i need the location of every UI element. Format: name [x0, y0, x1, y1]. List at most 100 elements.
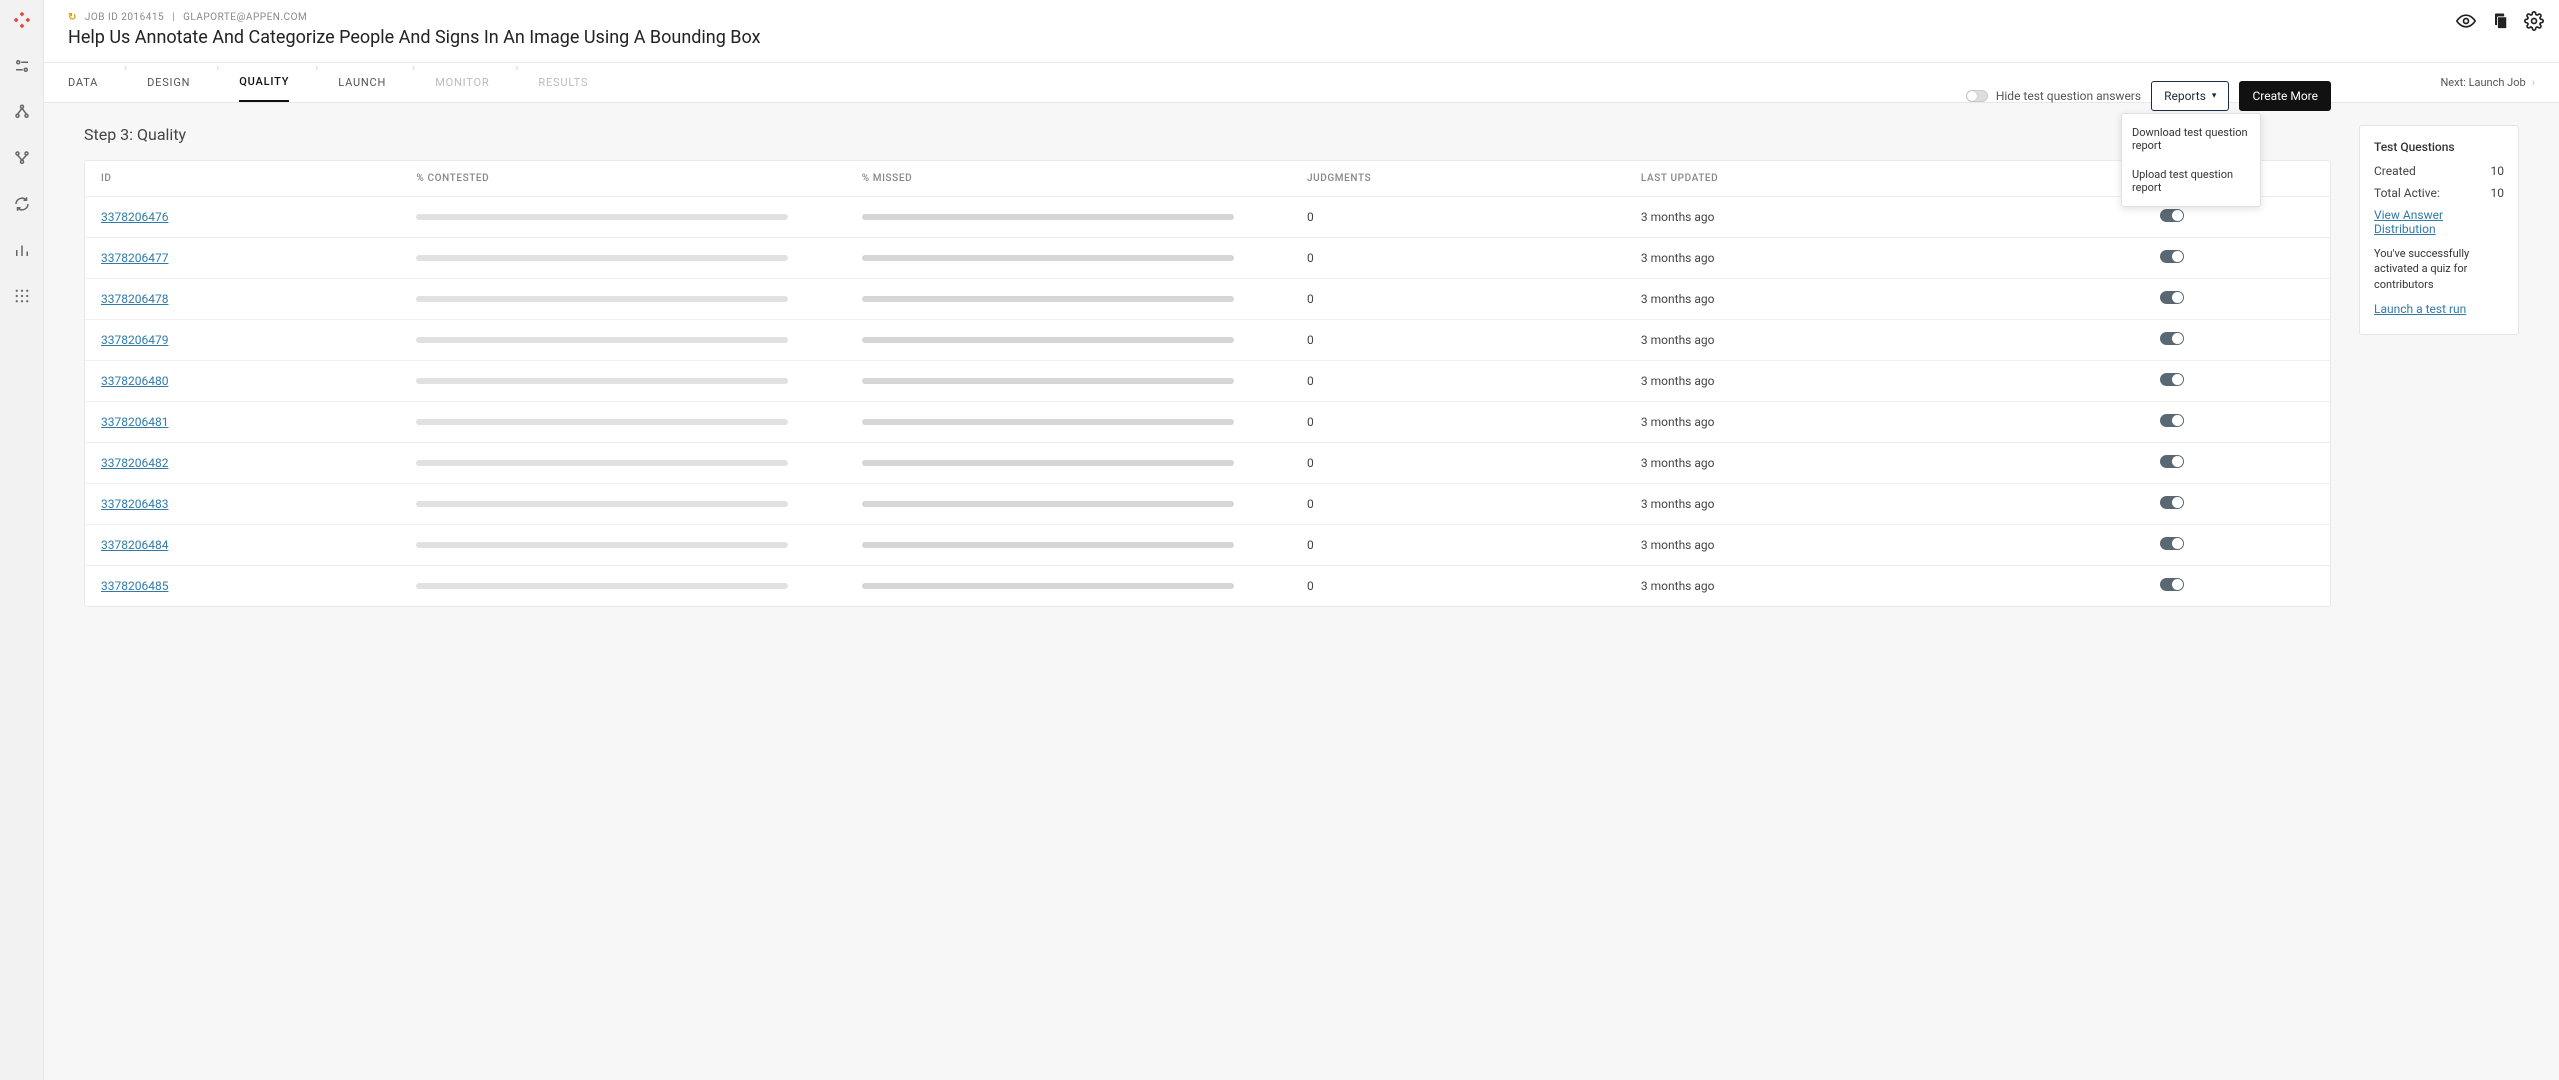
sidebar-cycle-icon[interactable] — [12, 194, 32, 214]
judgments-value: 0 — [1291, 197, 1625, 238]
judgments-value: 0 — [1291, 402, 1625, 443]
row-id-link[interactable]: 3378206479 — [101, 333, 168, 347]
view-distribution-link[interactable]: View Answer Distribution — [2374, 208, 2504, 236]
judgments-value: 0 — [1291, 566, 1625, 607]
row-toggle[interactable] — [2160, 209, 2184, 222]
missed-bar — [862, 583, 1234, 589]
updated-value: 3 months ago — [1625, 443, 2015, 484]
hide-answers-toggle[interactable] — [1966, 90, 1988, 102]
logo-icon[interactable] — [12, 10, 32, 30]
table-row: 337820647803 months ago — [85, 279, 2330, 320]
row-id-link[interactable]: 3378206481 — [101, 415, 168, 429]
main-area: ↻ JOB ID 2016415 | GLAPORTE@APPEN.COM He… — [44, 0, 2559, 629]
judgments-value: 0 — [1291, 279, 1625, 320]
table-row: 3378206483 03 months ago — [85, 484, 2330, 525]
job-id-label: JOB ID 2016415 — [85, 12, 164, 23]
updated-value: 3 months ago — [1625, 197, 2015, 238]
next-step-link[interactable]: Next: Launch Job › — [2440, 76, 2535, 89]
updated-value: 3 months ago — [1625, 566, 2015, 607]
refresh-icon[interactable]: ↻ — [68, 12, 77, 23]
col-judgments[interactable]: JUDGMENTS — [1291, 161, 1625, 197]
reports-label: Reports — [2164, 89, 2206, 103]
row-id-link[interactable]: 3378206484 — [101, 538, 168, 552]
table-toolbar: Hide test question answers Reports ▾ Cre… — [1966, 81, 2331, 111]
quiz-activated-note: You've successfully activated a quiz for… — [2374, 246, 2504, 292]
missed-bar — [862, 419, 1234, 425]
step-title: Step 3: Quality — [84, 125, 2331, 160]
table-row: 337820648003 months ago — [85, 361, 2330, 402]
tabs: DATA › DESIGN › QUALITY › LAUNCH › MONIT… — [68, 63, 614, 102]
row-toggle[interactable] — [2160, 291, 2184, 304]
page-header: ↻ JOB ID 2016415 | GLAPORTE@APPEN.COM He… — [44, 0, 2559, 63]
judgments-value: 0 — [1291, 361, 1625, 402]
contested-bar — [416, 583, 788, 589]
sidebar-chart-icon[interactable] — [12, 240, 32, 260]
row-id-link[interactable]: 3378206480 — [101, 374, 168, 388]
row-toggle[interactable] — [2160, 496, 2184, 509]
updated-value: 3 months ago — [1625, 484, 2015, 525]
row-id-link[interactable]: 3378206477 — [101, 251, 168, 265]
row-id-link[interactable]: 3378206476 — [101, 210, 168, 224]
row-toggle[interactable] — [2160, 578, 2184, 591]
missed-bar — [862, 378, 1234, 384]
contested-bar — [416, 296, 788, 302]
preview-icon[interactable] — [2455, 10, 2477, 32]
row-toggle[interactable] — [2160, 373, 2184, 386]
create-more-button[interactable]: Create More — [2239, 81, 2331, 111]
hide-answers-toggle-wrap: Hide test question answers — [1966, 89, 2141, 103]
row-toggle[interactable] — [2160, 332, 2184, 345]
contested-bar — [416, 255, 788, 261]
chevron-down-icon: ▾ — [2212, 91, 2217, 101]
row-id-link[interactable]: 3378206483 — [101, 497, 168, 511]
reports-button[interactable]: Reports ▾ — [2151, 81, 2229, 111]
header-actions — [2455, 10, 2545, 32]
row-id-link[interactable]: 3378206482 — [101, 456, 168, 470]
sidebar-grid-icon[interactable] — [12, 286, 32, 306]
tab-design[interactable]: DESIGN — [147, 63, 190, 102]
tab-launch[interactable]: LAUNCH — [338, 63, 386, 102]
sidebar-tree-icon[interactable] — [12, 102, 32, 122]
left-column: Step 3: Quality Hide test question answe… — [84, 125, 2331, 607]
created-value: 10 — [2491, 164, 2505, 178]
tab-monitor: MONITOR — [435, 63, 489, 102]
col-id[interactable]: ID — [85, 161, 400, 197]
table-row: 337820647903 months ago — [85, 320, 2330, 361]
contested-bar — [416, 501, 788, 507]
missed-bar — [862, 501, 1234, 507]
row-id-link[interactable]: 3378206485 — [101, 579, 168, 593]
tab-data[interactable]: DATA — [68, 63, 98, 102]
missed-bar — [862, 214, 1234, 220]
col-updated[interactable]: LAST UPDATED — [1625, 161, 2015, 197]
table-row: 337820648403 months ago — [85, 525, 2330, 566]
sidebar-controls-icon[interactable] — [12, 56, 32, 76]
updated-value: 3 months ago — [1625, 320, 2015, 361]
upload-report-item[interactable]: Upload test question report — [2122, 160, 2260, 202]
tab-quality[interactable]: QUALITY — [239, 63, 289, 102]
tab-results: RESULTS — [538, 63, 588, 102]
row-toggle[interactable] — [2160, 537, 2184, 550]
row-id-link[interactable]: 3378206478 — [101, 292, 168, 306]
table-row: 337820647703 months ago — [85, 238, 2330, 279]
download-report-item[interactable]: Download test question report — [2122, 118, 2260, 160]
settings-icon[interactable] — [2523, 10, 2545, 32]
job-title: Help Us Annotate And Categorize People A… — [68, 27, 2535, 48]
row-toggle[interactable] — [2160, 455, 2184, 468]
col-missed[interactable]: % MISSED — [846, 161, 1291, 197]
col-contested[interactable]: % CONTESTED — [400, 161, 845, 197]
next-step-label: Next: Launch Job — [2440, 76, 2525, 89]
row-toggle[interactable] — [2160, 414, 2184, 427]
row-toggle[interactable] — [2160, 250, 2184, 263]
contested-bar — [416, 337, 788, 343]
judgments-value: 0 — [1291, 484, 1625, 525]
sidebar-nodes-icon[interactable] — [12, 148, 32, 168]
test-questions-table: ID % CONTESTED % MISSED JUDGMENTS LAST U… — [84, 160, 2331, 607]
table-row: 3378206485 03 months ago — [85, 566, 2330, 607]
contested-bar — [416, 378, 788, 384]
stat-active: Total Active: 10 — [2374, 186, 2504, 200]
content: Step 3: Quality Hide test question answe… — [44, 103, 2559, 629]
table-row: 337820648203 months ago — [85, 443, 2330, 484]
left-sidebar — [0, 0, 44, 1080]
copy-icon[interactable] — [2489, 10, 2511, 32]
launch-test-run-link[interactable]: Launch a test run — [2374, 302, 2466, 316]
contested-bar — [416, 214, 788, 220]
